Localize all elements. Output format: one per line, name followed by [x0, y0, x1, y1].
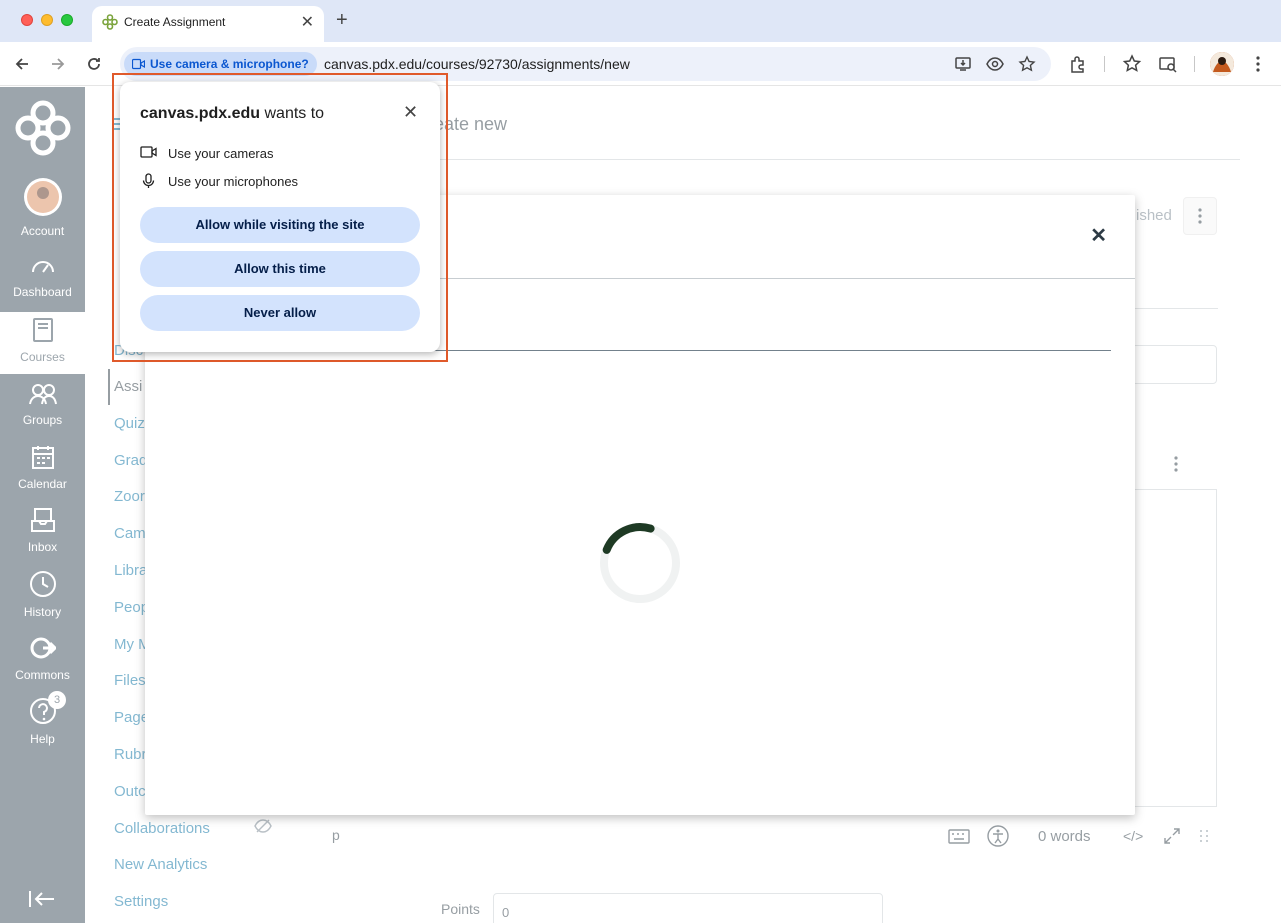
- back-arrow-icon[interactable]: [12, 54, 32, 74]
- loading-spinner-icon: [600, 523, 680, 603]
- toolbar-separator: [1104, 56, 1105, 72]
- permission-camera-label: Use your cameras: [168, 146, 274, 161]
- permission-mic-label: Use your microphones: [168, 174, 299, 189]
- profile-avatar[interactable]: [1210, 52, 1234, 76]
- profile-picture-icon: [1210, 52, 1234, 76]
- never-allow-button[interactable]: Never allow: [140, 295, 420, 331]
- modal-close-icon[interactable]: ✕: [1090, 223, 1107, 248]
- eye-icon[interactable]: [986, 55, 1004, 73]
- camera-icon: [140, 146, 157, 158]
- toolbar-separator: [1194, 56, 1195, 72]
- new-tab-button[interactable]: +: [336, 9, 348, 31]
- permission-chip-label: Use camera & microphone?: [150, 57, 309, 71]
- reload-icon[interactable]: [84, 54, 104, 74]
- popup-close-icon[interactable]: ✕: [403, 102, 418, 123]
- browser-tab[interactable]: Create Assignment ✕: [92, 6, 324, 42]
- allow-while-visiting-button[interactable]: Allow while visiting the site: [140, 207, 420, 243]
- bookmark-star-icon[interactable]: [1018, 55, 1036, 73]
- popup-site: canvas.pdx.edu: [140, 105, 261, 122]
- allow-this-time-button[interactable]: Allow this time: [140, 251, 420, 287]
- popup-wants-to: wants to: [260, 105, 325, 122]
- tab-search-icon[interactable]: [1158, 54, 1178, 74]
- popup-title: canvas.pdx.edu wants to: [140, 105, 324, 123]
- window-close-button[interactable]: [21, 14, 33, 26]
- browser-menu-icon[interactable]: [1248, 54, 1268, 74]
- window-zoom-button[interactable]: [61, 14, 73, 26]
- tab-title: Create Assignment: [124, 15, 226, 29]
- camera-icon: [132, 58, 145, 70]
- permission-popup: canvas.pdx.edu wants to ✕ Use your camer…: [120, 82, 440, 352]
- window-minimize-button[interactable]: [41, 14, 53, 26]
- canvas-favicon-icon: [102, 14, 118, 30]
- url-text[interactable]: canvas.pdx.edu/courses/92730/assignments…: [324, 56, 630, 72]
- microphone-icon: [142, 173, 155, 188]
- extensions-puzzle-icon[interactable]: [1068, 54, 1088, 74]
- bookmarks-icon[interactable]: [1122, 54, 1142, 74]
- tab-close-icon[interactable]: ✕: [301, 12, 314, 32]
- browser-tab-bar: Create Assignment ✕ +: [0, 0, 1281, 42]
- install-app-icon[interactable]: [954, 55, 972, 73]
- forward-arrow-icon[interactable]: [48, 54, 68, 74]
